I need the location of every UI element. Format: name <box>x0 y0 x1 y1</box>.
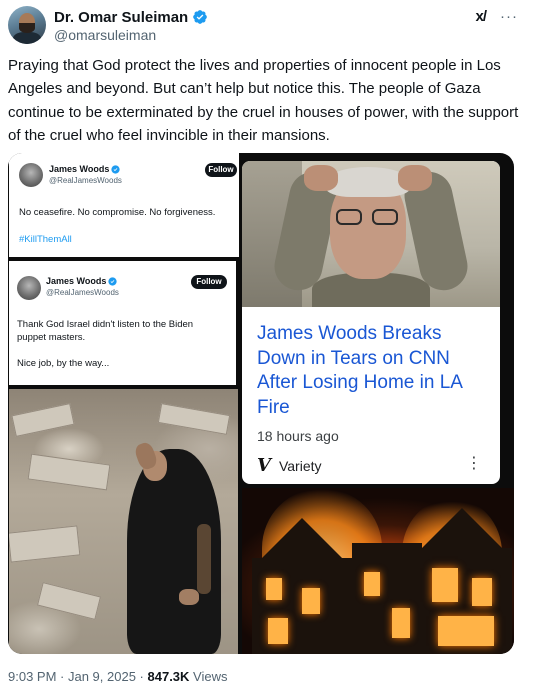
house-fire-photo <box>242 488 514 654</box>
grok-icon[interactable]: x/ <box>475 8 486 25</box>
follow-button: Follow <box>205 163 237 177</box>
quote-text: No ceasefire. No compromise. No forgiven… <box>19 207 216 218</box>
quote-author-handle: @RealJamesWoods <box>49 176 122 185</box>
news-card: James Woods Breaks Down in Tears on CNN … <box>242 161 500 484</box>
news-headline: James Woods Breaks Down in Tears on CNN … <box>257 323 462 418</box>
gaza-rubble-photo <box>9 389 238 654</box>
quote-text-2: Nice job, by the way... <box>17 358 110 369</box>
more-options-icon[interactable]: ··· <box>500 8 518 25</box>
tweet-header: Dr. Omar Suleiman @omarsuleiman x/ ··· <box>8 6 532 46</box>
verified-badge-icon <box>108 276 117 286</box>
quote-avatar <box>17 276 41 300</box>
quote-avatar <box>19 163 43 187</box>
woman-figure <box>117 429 227 654</box>
quote-screenshot-2: James Woods @RealJamesWoods Follow Thank… <box>9 261 236 385</box>
variety-logo-icon: V <box>257 455 271 476</box>
news-source-name: Variety <box>278 457 322 474</box>
author-name-row[interactable]: Dr. Omar Suleiman <box>54 8 208 26</box>
tweet-time[interactable]: 9:03 PM <box>8 669 56 684</box>
views-label: Views <box>193 669 228 684</box>
verified-badge-icon <box>111 164 120 174</box>
quote-hashtag: #KillThemAll <box>19 234 72 245</box>
news-photo <box>242 161 500 307</box>
tweet-metadata: 9:03 PM · Jan 9, 2025 · 847.3K Views <box>8 669 228 684</box>
follow-button: Follow <box>191 275 227 289</box>
news-source: V Variety <box>257 455 322 476</box>
kebab-menu-icon: ⋮ <box>466 455 482 472</box>
author-avatar[interactable] <box>8 6 46 44</box>
verified-badge-icon <box>193 10 208 24</box>
tweet-date[interactable]: Jan 9, 2025 <box>68 669 136 684</box>
quote-author-name: James Woods <box>49 164 120 174</box>
views-count: 847.3K <box>147 669 190 684</box>
media-collage[interactable]: James Woods @RealJamesWoods Follow No ce… <box>8 153 514 654</box>
header-actions: x/ ··· <box>475 6 518 26</box>
author-display-name[interactable]: Dr. Omar Suleiman <box>54 9 188 26</box>
quote-author-handle: @RealJamesWoods <box>46 288 119 297</box>
quote-author-name: James Woods <box>46 276 117 286</box>
quote-text: Thank God Israel didn't listen to the Bi… <box>17 319 194 343</box>
quote-screenshot-1: James Woods @RealJamesWoods Follow No ce… <box>9 153 239 257</box>
tweet-text: Praying that God protect the lives and p… <box>8 57 519 144</box>
author-handle[interactable]: @omarsuleiman <box>54 27 156 43</box>
news-timestamp: 18 hours ago <box>257 428 339 444</box>
